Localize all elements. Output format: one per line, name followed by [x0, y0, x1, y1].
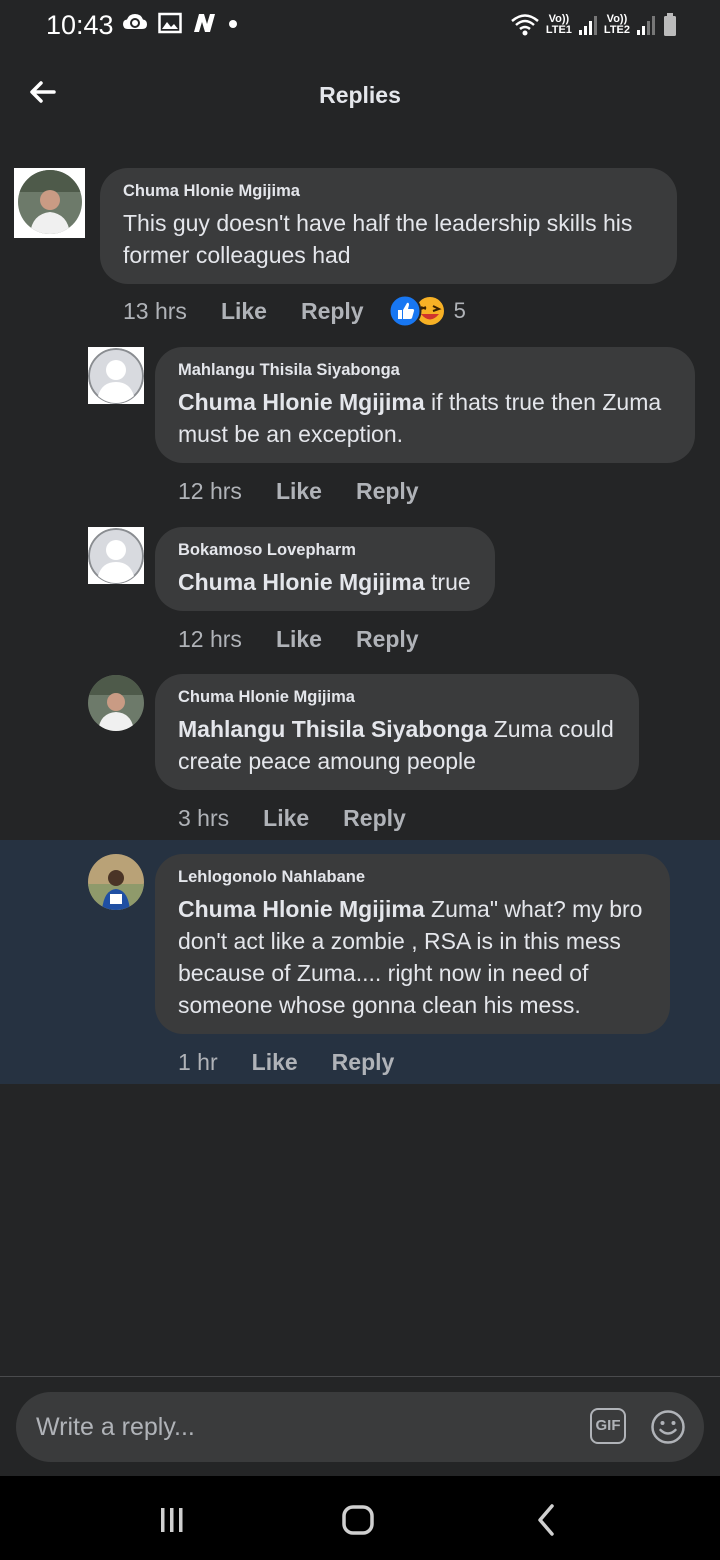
- comment-author[interactable]: Bokamoso Lovepharm: [178, 541, 473, 560]
- like-button[interactable]: Like: [221, 298, 267, 325]
- comment-actions: 3 hrs Like Reply: [178, 803, 406, 833]
- mention-link[interactable]: Chuma Hlonie Mgijima: [178, 389, 425, 415]
- default-profile-icon: [88, 528, 144, 584]
- recent-apps-icon: [161, 1508, 183, 1532]
- like-button[interactable]: Like: [263, 805, 309, 832]
- reply-button[interactable]: Reply: [332, 1049, 395, 1076]
- like-button[interactable]: Like: [276, 478, 322, 505]
- avatar[interactable]: [88, 348, 144, 404]
- like-button[interactable]: Like: [252, 1049, 298, 1076]
- comment-bubble[interactable]: Mahlangu Thisila Siyabonga Chuma Hlonie …: [155, 347, 695, 463]
- system-navigation-bar: [0, 1476, 720, 1560]
- back-nav-button[interactable]: [524, 1498, 568, 1542]
- recent-apps-button[interactable]: [150, 1498, 194, 1542]
- emoji-button[interactable]: [650, 1409, 686, 1445]
- gallery-icon: [158, 12, 182, 34]
- reply-button[interactable]: Reply: [301, 298, 364, 325]
- comment-text: This guy doesn't have half the leadershi…: [123, 210, 633, 268]
- comment-actions: 13 hrs Like Reply 5: [123, 294, 466, 328]
- comment-text: Chuma Hlonie Mgijima if thats true then …: [178, 386, 673, 450]
- comment-time: 3 hrs: [178, 804, 230, 831]
- mention-link[interactable]: Chuma Hlonie Mgijima: [178, 896, 425, 922]
- reply-button[interactable]: Reply: [356, 626, 419, 653]
- comment-text: Chuma Hlonie Mgijima true: [178, 566, 473, 598]
- comment-actions: 12 hrs Like Reply: [178, 476, 419, 506]
- comment-author[interactable]: Chuma Hlonie Mgijima: [178, 688, 617, 707]
- status-bar: 10:43 Vo)) LTE1 Vo)) LTE2: [0, 0, 720, 52]
- like-button[interactable]: Like: [276, 626, 322, 653]
- mention-link[interactable]: Chuma Hlonie Mgijima: [178, 569, 425, 595]
- comment-time: 13 hrs: [123, 297, 187, 324]
- reply-button[interactable]: Reply: [356, 478, 419, 505]
- comment-time: 12 hrs: [178, 625, 242, 652]
- comment-text: Chuma Hlonie Mgijima Zuma" what? my bro …: [178, 893, 648, 1021]
- avatar[interactable]: [88, 854, 144, 910]
- composer-divider: [0, 1376, 720, 1377]
- sim1-label: Vo)) LTE1: [545, 13, 572, 36]
- comment-body: true: [424, 569, 471, 595]
- comment-actions: 12 hrs Like Reply: [178, 624, 419, 654]
- like-reaction-icon: [388, 294, 446, 328]
- wifi-icon: [511, 14, 539, 36]
- chevron-left-icon: [538, 1504, 554, 1536]
- reply-input[interactable]: [36, 1392, 576, 1462]
- replies-header: Replies: [0, 60, 720, 130]
- mention-link[interactable]: Mahlangu Thisila Siyabonga: [178, 716, 487, 742]
- comment-time: 1 hr: [178, 1048, 218, 1075]
- comment-bubble[interactable]: Chuma Hlonie Mgijima This guy doesn't ha…: [100, 168, 677, 284]
- comment-bubble[interactable]: Bokamoso Lovepharm Chuma Hlonie Mgijima …: [155, 527, 495, 611]
- profile-photo-icon: [88, 854, 144, 910]
- reaction-summary[interactable]: 5: [388, 294, 466, 328]
- comment-time: 12 hrs: [178, 477, 242, 504]
- reply-button[interactable]: Reply: [343, 805, 406, 832]
- status-notification-icons: [122, 12, 238, 34]
- gif-button[interactable]: GIF: [590, 1408, 626, 1444]
- smiley-icon: [651, 1410, 685, 1444]
- cloud-sync-icon: [123, 14, 147, 29]
- avatar[interactable]: [88, 528, 144, 584]
- dot-icon: [229, 20, 237, 28]
- comment-bubble[interactable]: Chuma Hlonie Mgijima Mahlangu Thisila Si…: [155, 674, 639, 790]
- avatar[interactable]: [88, 675, 144, 731]
- reaction-count: 5: [453, 298, 466, 323]
- status-time: 10:43: [46, 10, 114, 40]
- profile-photo-icon: [88, 675, 144, 731]
- sim2-label: Vo)) LTE2: [603, 13, 630, 36]
- comment-bubble[interactable]: Lehlogonolo Nahlabane Chuma Hlonie Mgiji…: [155, 854, 670, 1034]
- page-title: Replies: [319, 82, 401, 108]
- battery-icon: [664, 13, 676, 36]
- comment-author[interactable]: Chuma Hlonie Mgijima: [123, 182, 655, 201]
- comment-actions: 1 hr Like Reply: [178, 1047, 394, 1077]
- default-profile-icon: [88, 348, 144, 404]
- avatar[interactable]: [18, 170, 82, 234]
- home-icon: [342, 1505, 374, 1535]
- home-button[interactable]: [336, 1498, 380, 1542]
- news-app-icon: [194, 14, 215, 32]
- comment-text: Mahlangu Thisila Siyabonga Zuma could cr…: [178, 713, 617, 777]
- comment-author[interactable]: Lehlogonolo Nahlabane: [178, 868, 648, 887]
- status-system-icons: Vo)) LTE1 Vo)) LTE2: [510, 12, 678, 38]
- signal-icon: [578, 16, 597, 35]
- comment-author[interactable]: Mahlangu Thisila Siyabonga: [178, 361, 673, 380]
- signal-icon: [637, 16, 655, 35]
- reply-composer: GIF: [16, 1392, 704, 1462]
- profile-photo-icon: [18, 170, 82, 234]
